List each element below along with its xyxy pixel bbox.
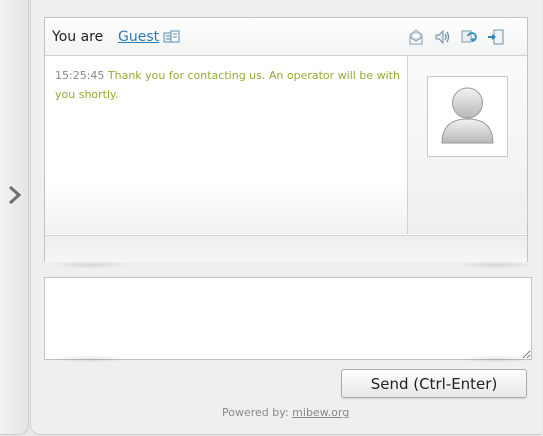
powered-by-label: Powered by: (222, 406, 289, 419)
send-button[interactable]: Send (Ctrl-Enter) (341, 369, 527, 398)
input-shadow (456, 355, 536, 363)
chevron-right-icon[interactable] (6, 183, 24, 207)
rename-icon[interactable] (163, 30, 180, 45)
panel-shadow (51, 261, 131, 269)
user-name-link[interactable]: Guest (118, 29, 159, 45)
sound-icon[interactable] (434, 28, 452, 46)
avatar (427, 76, 508, 157)
side-panel-toggle[interactable] (0, 0, 29, 435)
operator-avatar-pane (408, 56, 527, 234)
chat-header: You are Guest (45, 18, 527, 56)
message-text: Thank you for contacting us. An operator… (55, 69, 400, 101)
refresh-icon[interactable] (460, 28, 478, 46)
you-are-label: You are (52, 29, 104, 45)
user-silhouette-icon (441, 87, 494, 144)
mail-icon[interactable] (407, 28, 425, 46)
chat-window: You are Guest 15:25:45 Thank you for con… (30, 0, 542, 435)
close-chat-icon[interactable] (487, 28, 505, 46)
chat-status-bar (45, 235, 527, 262)
mibew-link[interactable]: mibew.org (292, 406, 349, 419)
message-list: 15:25:45 Thank you for contacting us. An… (45, 56, 408, 234)
message-item: 15:25:45 Thank you for contacting us. An… (55, 66, 401, 104)
powered-by: Powered by: mibew.org (222, 406, 349, 419)
message-time: 15:25:45 (55, 69, 105, 82)
panel-shadow (456, 261, 536, 269)
message-input[interactable] (44, 277, 532, 360)
chat-panel: You are Guest 15:25:45 Thank you for con… (44, 17, 528, 262)
input-shadow (51, 355, 131, 363)
